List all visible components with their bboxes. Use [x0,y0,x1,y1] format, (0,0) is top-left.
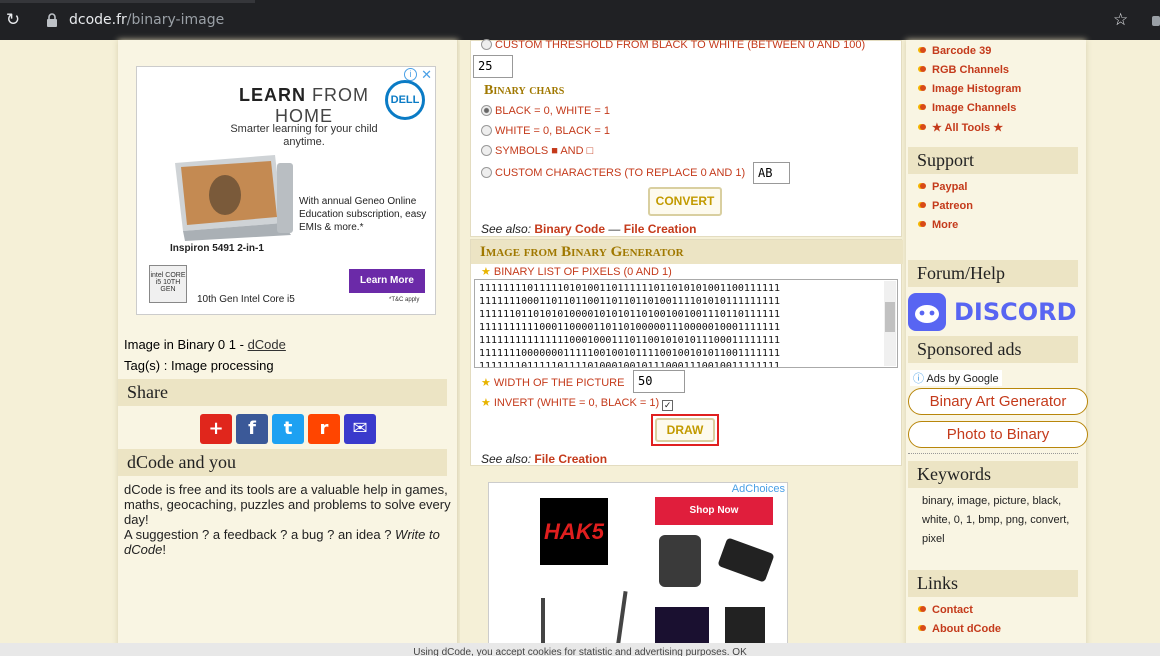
lock-icon [47,13,57,27]
binary-list-textarea[interactable]: 1111111101111101010011011111101101010100… [474,279,898,368]
option-black0-white1[interactable]: BLACK = 0, WHITE = 1 [481,105,610,117]
ads-by-google[interactable]: ⓘ Ads by Google [910,370,1002,386]
tag-image-processing[interactable]: Image processing [171,358,274,373]
binary-chars-title: Binary chars [484,83,565,98]
dcode-link[interactable]: dCode [248,337,286,352]
left-column: i ✕ LEARN FROM HOME Smarter learning for… [118,40,458,656]
support-patreon[interactable]: Patreon [920,200,973,212]
custom-chars-input[interactable]: AB [753,162,790,184]
right-column: Barcode 39 RGB Channels Image Histogram … [906,40,1088,656]
product-case [659,535,701,587]
ad-headline: LEARN FROM HOME [238,85,369,126]
sponsored-heading: Sponsored ads [908,336,1078,363]
tab-strip [0,0,255,3]
discord-text: DISCORD [954,298,1077,326]
tool-image-histogram[interactable]: Image Histogram [920,83,1021,95]
ad-dell[interactable]: i ✕ LEARN FROM HOME Smarter learning for… [136,66,436,315]
binary-code-link[interactable]: Binary Code [534,222,605,236]
binary-list-label: ★ BINARY LIST OF PIXELS (0 AND 1) [481,266,672,278]
link-about[interactable]: About dCode [920,623,1001,635]
forum-heading: Forum/Help [908,260,1078,287]
radio-selected[interactable] [481,105,492,116]
twitter-icon[interactable]: t [272,414,304,444]
generator-title: Image from Binary Generator [471,240,903,264]
threshold-option[interactable]: CUSTOM THRESHOLD FROM BLACK TO WHITE (BE… [481,39,865,51]
adchoices[interactable]: AdChoices [729,483,787,495]
ad-model: Inspiron 5491 2-in-1 [170,243,264,254]
ad-offer: With annual Geneo Online Education subsc… [299,196,427,233]
share-plus-icon[interactable]: + [200,414,232,444]
share-buttons: + f t r ✉ [200,414,380,444]
share-heading: Share [118,379,447,406]
binary-converter-form: CUSTOM THRESHOLD FROM BLACK TO WHITE (BE… [470,39,902,237]
dell-logo: DELL [385,80,425,120]
star-icon: ★ [481,377,491,389]
ad-close-icon[interactable]: ✕ [421,67,432,83]
support-heading: Support [908,147,1078,174]
support-more[interactable]: More [920,219,958,231]
star-icon: ★ [481,397,491,409]
url-host: dcode.fr [69,12,127,28]
cookie-banner[interactable]: Using dCode, you accept cookies for stat… [0,643,1160,656]
reload-icon[interactable]: ↻ [4,11,22,29]
draw-button[interactable]: DRAW [655,418,715,442]
file-creation-link-2[interactable]: File Creation [534,452,607,466]
threshold-input[interactable]: 25 [473,55,513,78]
keywords-list[interactable]: binary, image, picture, black, white, 0,… [922,492,1082,549]
about-text: dCode is free and its tools are a valuab… [124,482,451,527]
address-bar[interactable]: dcode.fr/binary-image [69,12,224,28]
product-cable [717,537,775,583]
see-also-1: See also: Binary Code — File Creation [481,222,697,236]
see-also-2: See also: File Creation [481,452,608,466]
ad-subline: Smarter learning for your child anytime. [230,123,378,148]
intel-badge: intel CORE i5 10TH GEN [149,265,187,303]
links-heading: Links [908,570,1078,597]
option-symbols[interactable]: SYMBOLS ■ AND □ [481,145,593,157]
ad-cpu: 10th Gen Intel Core i5 [197,294,295,305]
facebook-icon[interactable]: f [236,414,268,444]
ad-photo-to-binary[interactable]: Photo to Binary [908,421,1088,448]
shop-now-button[interactable]: Shop Now [655,497,773,525]
product-device [655,607,709,647]
url-path: /binary-image [126,12,225,28]
convert-button[interactable]: CONVERT [648,187,722,216]
divider [908,453,1078,454]
bookmark-star-icon[interactable]: ☆ [1113,10,1128,30]
star-icon: ★ [481,266,491,278]
email-icon[interactable]: ✉ [344,414,376,444]
option-white0-black1[interactable]: WHITE = 0, BLACK = 1 [481,125,610,137]
discord-icon [908,293,946,331]
scrollbar-thumb[interactable] [885,302,895,332]
tool-rgb-channels[interactable]: RGB Channels [920,64,1009,76]
tool-image-channels[interactable]: Image Channels [920,102,1016,114]
invert-label: ★ INVERT (WHITE = 0, BLACK = 1) ✓ [481,397,674,411]
dcode-and-you-heading: dCode and you [118,449,447,476]
link-contact[interactable]: Contact [920,604,973,616]
browser-toolbar: ↻ dcode.fr/binary-image ☆ [0,0,1160,40]
product-usb [725,607,765,647]
tool-barcode-39[interactable]: Barcode 39 [920,45,991,57]
page-title: Image in Binary 0 1 - dCode [124,337,286,352]
extension-icon[interactable] [1152,16,1160,26]
laptop-image [175,155,293,241]
reddit-icon[interactable]: r [308,414,340,444]
width-label: ★ WIDTH OF THE PICTURE [481,377,625,389]
discord-logo[interactable]: DISCORD [908,293,1077,333]
ad-binary-art-generator[interactable]: Binary Art Generator [908,388,1088,415]
invert-checkbox[interactable]: ✓ [662,400,674,411]
keywords-heading: Keywords [908,461,1078,488]
ad-hak5[interactable]: AdChoices HAK5 Shop Now [488,482,788,656]
suggestion-text: A suggestion ? a feedback ? a bug ? an i… [124,527,440,557]
tags: Tag(s) : Image processing [124,358,274,373]
support-paypal[interactable]: Paypal [920,181,967,193]
ad-learn-more-button[interactable]: Learn More [349,269,425,293]
ad-tc: *T&C apply [389,297,420,303]
info-icon: ⓘ [913,373,924,385]
width-input[interactable]: 50 [633,370,685,393]
file-creation-link[interactable]: File Creation [624,222,697,236]
hak5-logo: HAK5 [540,498,608,565]
tool-all-tools[interactable]: ★ All Tools ★ [920,121,1003,134]
option-custom[interactable]: CUSTOM CHARACTERS (TO REPLACE 0 AND 1) [481,167,745,179]
